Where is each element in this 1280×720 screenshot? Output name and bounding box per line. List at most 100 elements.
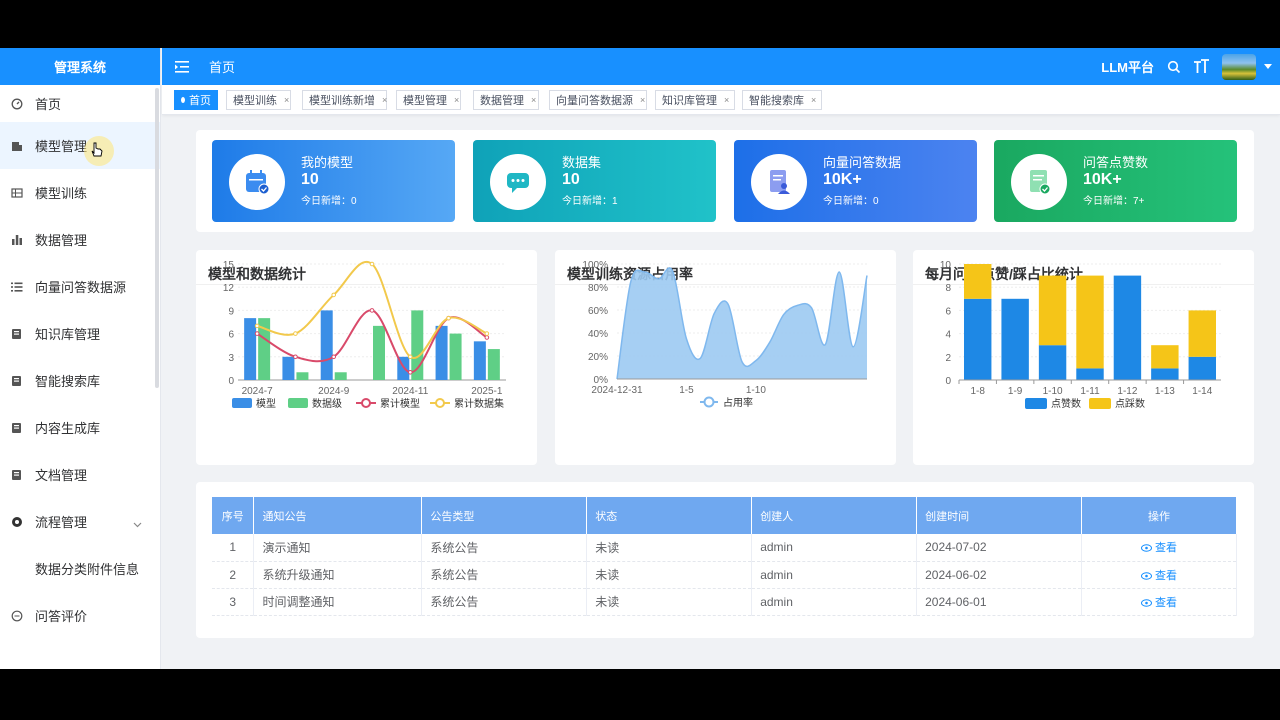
legend-label: 模型 — [256, 397, 276, 410]
close-icon[interactable]: × — [382, 95, 387, 105]
sidebar-item-7[interactable]: 内容生成库 — [0, 404, 160, 451]
tab-4[interactable]: 数据管理 × — [473, 90, 539, 110]
view-button[interactable]: 查看 — [1141, 597, 1177, 609]
sidebar-item-4[interactable]: 向量问答数据源 — [0, 263, 160, 310]
bar-点赞数 — [1188, 356, 1216, 380]
sidebar-scrollbar[interactable] — [155, 88, 159, 388]
sidebar-item-label: 首页 — [35, 97, 62, 112]
line-point — [484, 335, 490, 340]
table-cell: 系统公告 — [421, 534, 588, 562]
table-cell[interactable]: 查看 — [1081, 534, 1237, 562]
sidebar-item-label: 智能搜索库 — [35, 374, 101, 389]
tab-1[interactable]: 模型训练 × — [226, 90, 291, 110]
close-icon[interactable]: × — [724, 95, 729, 105]
legend-label: 占用率 — [723, 396, 753, 409]
table-cell: 未读 — [586, 561, 753, 589]
x-tick-label: 1-12 — [1117, 386, 1137, 397]
tab-6[interactable]: 知识库管理 × — [655, 90, 735, 110]
tab-2[interactable]: 模型训练新增 × — [302, 90, 387, 110]
chart-panel-likes: 每月问答点赞/踩占比统计 0 2 4 6 8 10 1-8 1-9 1-10 1-11 1-12 1-… — [913, 250, 1254, 465]
tab-label: 知识库管理 — [662, 95, 717, 107]
sidebar-item-1[interactable]: 模型管理 — [0, 122, 160, 169]
mouse-cursor-icon — [84, 136, 114, 166]
table-cell: 系统公告 — [421, 561, 588, 589]
y-tick-label: 10 — [940, 260, 952, 271]
tab-label: 向量问答数据源 — [556, 95, 633, 107]
bar-模型 — [282, 356, 295, 380]
close-icon[interactable]: × — [811, 95, 816, 105]
sidebar-item-11[interactable]: 问答评价 — [0, 592, 160, 639]
line-point — [331, 292, 337, 298]
table-cell: 未读 — [586, 534, 753, 562]
bar-数据级 — [373, 325, 385, 380]
column-header: 操作 — [1081, 497, 1237, 534]
tab-3[interactable]: 模型管理 × — [396, 90, 461, 110]
bar-点踩数 — [1038, 275, 1067, 346]
table-cell: 时间调整通知 — [253, 588, 423, 616]
x-tick-label: 1-5 — [679, 385, 694, 396]
close-icon[interactable]: × — [640, 95, 645, 105]
resource-usage-chart[interactable]: 0%20%40%60%80%100%2024-12-31 1-5 1-10占用率 — [555, 250, 896, 465]
y-tick-label: 0 — [945, 376, 951, 387]
y-tick-label: 8 — [945, 283, 951, 294]
legend-swatch — [435, 398, 445, 408]
close-icon[interactable]: × — [284, 95, 289, 105]
x-tick-label: 1-11 — [1080, 386, 1100, 397]
table-cell: 2024-06-01 — [916, 588, 1083, 616]
sidebar-item-0[interactable]: 首页 — [0, 85, 160, 122]
y-tick-label: 4 — [945, 330, 951, 341]
bar-点赞数 — [1151, 368, 1179, 380]
model-data-chart[interactable]: 0 3 6 9 12 15 2024-7 2024-9 2024-11 2025-1 模型 数据级 累计… — [196, 250, 537, 465]
y-tick-label: 20% — [588, 352, 608, 363]
x-tick-label: 2024-11 — [392, 386, 428, 397]
stat-card-3[interactable]: 问答点赞数 10K+ 今日新增：7+ — [994, 140, 1237, 222]
chart-panel-resource: 模型训练资源占用率 0% 20% 40% 60% 80% 100% 2024-12-31 1-… — [555, 250, 896, 465]
stats-panel: 我的模型 10 今日新增：0 数据集 10 今日新增：1 向量问答数据 10K+ 今日新增：0 问… — [196, 130, 1254, 232]
close-icon[interactable]: × — [454, 95, 459, 105]
column-header: 创建时间 — [916, 497, 1083, 534]
tab-label: 模型训练 — [233, 95, 277, 107]
sidebar-item-6[interactable]: 智能搜索库 — [0, 357, 160, 404]
y-tick-label: 80% — [588, 283, 608, 294]
stat-value: 10K+ — [1083, 171, 1122, 188]
table-cell: 2 — [212, 561, 255, 589]
view-button[interactable]: 查看 — [1141, 570, 1177, 582]
font-size-icon[interactable] — [1192, 58, 1210, 76]
stat-card-2[interactable]: 向量问答数据 10K+ 今日新增：0 — [734, 140, 977, 222]
menu-fold-icon[interactable] — [175, 60, 191, 74]
legend-label: 数据级 — [312, 397, 342, 410]
table-row: 2 系统升级通知 系统公告 未读 admin 2024-06-02 查看 — [212, 561, 1237, 589]
breadcrumb[interactable]: 首页 — [209, 57, 235, 76]
tab-7[interactable]: 智能搜索库 × — [742, 90, 822, 110]
sidebar-item-9[interactable]: 流程管理 — [0, 498, 160, 545]
sidebar-item-8[interactable]: 文档管理 — [0, 451, 160, 498]
table-cell: 未读 — [586, 588, 753, 616]
bar-点踩数 — [1188, 310, 1216, 357]
search-icon[interactable] — [1166, 59, 1182, 75]
gear-icon — [10, 515, 24, 529]
stat-sub: 今日新增：1 — [562, 196, 618, 207]
table-cell[interactable]: 查看 — [1081, 561, 1237, 589]
sidebar-item-10[interactable]: 数据分类附件信息 — [0, 545, 160, 592]
tab-0[interactable]: 首页 — [174, 90, 218, 110]
sidebar-item-3[interactable]: 数据管理 — [0, 216, 160, 263]
legend-label: 点赞数 — [1051, 397, 1081, 410]
comment-icon — [10, 609, 24, 623]
likes-stats-chart[interactable]: 0 2 4 6 8 10 1-8 1-9 1-10 1-11 1-12 1-13 1-14 点赞数 点踩数 — [913, 250, 1254, 465]
y-tick-label: 40% — [588, 329, 608, 340]
tab-label: 首页 — [189, 95, 211, 107]
x-tick-label: 2025-1 — [471, 386, 503, 397]
tab-5[interactable]: 向量问答数据源 × — [549, 90, 647, 110]
stat-card-1[interactable]: 数据集 10 今日新增：1 — [473, 140, 716, 222]
table-cell[interactable]: 查看 — [1081, 588, 1237, 616]
stat-card-0[interactable]: 我的模型 10 今日新增：0 — [212, 140, 455, 222]
user-avatar[interactable] — [1222, 53, 1256, 80]
stat-sub: 今日新增：7+ — [1083, 196, 1145, 207]
view-button[interactable]: 查看 — [1141, 542, 1177, 554]
sidebar-item-2[interactable]: 模型训练 — [0, 169, 160, 216]
caret-down-icon[interactable] — [1264, 64, 1272, 69]
sidebar-item-5[interactable]: 知识库管理 — [0, 310, 160, 357]
stat-title: 数据集 — [562, 155, 602, 170]
close-icon[interactable]: × — [531, 95, 536, 105]
sidebar-item-label: 模型训练 — [35, 186, 88, 201]
